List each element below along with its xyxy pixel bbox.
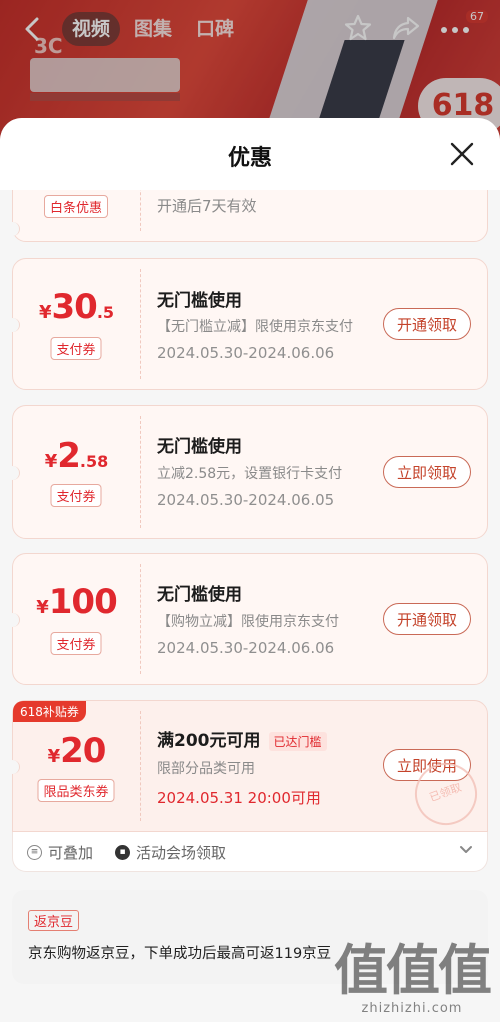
amount-decimal: .58 bbox=[79, 452, 109, 471]
coupon-desc: 开通后7天有效 bbox=[157, 197, 257, 215]
stackable-label: 可叠加 bbox=[48, 844, 94, 862]
currency-symbol: ¥ bbox=[38, 302, 52, 323]
coupon-amount: ¥20 bbox=[13, 731, 140, 771]
coupon-desc: 【购物立减】限使用京东支付 bbox=[157, 614, 339, 630]
claim-button[interactable]: 开通领取 bbox=[383, 603, 471, 635]
coupon-type-tag: 支付券 bbox=[50, 337, 102, 360]
coupon-divider bbox=[140, 564, 141, 674]
stackable-icon: ≡ bbox=[27, 845, 42, 860]
stackable-item: ≡ 可叠加 bbox=[27, 842, 93, 863]
coupon-type-tag: 支付券 bbox=[50, 484, 102, 507]
claim-button[interactable]: 立即领取 bbox=[383, 456, 471, 488]
jd-bean-text: 京东购物返京豆，下单成功后最高可返119京豆 bbox=[28, 946, 332, 962]
close-icon[interactable] bbox=[448, 140, 476, 168]
coupon-desc: 立减2.58元，设置银行卡支付 bbox=[157, 466, 343, 482]
coupon-title: 无门槛使用 bbox=[157, 585, 242, 605]
subsidy-corner-tag: 618补贴券 bbox=[13, 701, 86, 722]
offers-bottom-sheet: 白条优惠 开通后7天有效 ¥30.5 支付券 无门槛使用 【无门槛立减】限使用京… bbox=[0, 118, 500, 1022]
coupon-validity: 2024.05.30-2024.06.05 bbox=[157, 491, 335, 509]
site-watermark: 值值值 zhizhizhi.com bbox=[334, 939, 492, 1017]
coupon-divider bbox=[140, 416, 141, 528]
coupon-footer-row: ≡ 可叠加 ▪ 活动会场领取 bbox=[12, 832, 488, 872]
coupon-type-tag: 支付券 bbox=[50, 632, 102, 655]
coupon-validity: 2024.05.31 20:00可用 bbox=[157, 789, 321, 807]
amount-integer: 100 bbox=[48, 582, 118, 622]
venue-icon: ▪ bbox=[115, 845, 130, 860]
coupon-amount: ¥100 bbox=[13, 582, 140, 622]
coupon-divider bbox=[140, 711, 141, 821]
coupon-desc: 【无门槛立减】限使用京东支付 bbox=[157, 319, 353, 335]
coupon-title: 满200元可用 已达门槛 bbox=[157, 726, 327, 751]
currency-symbol: ¥ bbox=[44, 451, 58, 472]
currency-symbol: ¥ bbox=[47, 746, 61, 767]
sheet-header: 优惠 bbox=[0, 118, 500, 190]
coupon-title-text: 满200元可用 bbox=[157, 731, 261, 751]
coupon-desc: 限部分品类可用 bbox=[157, 761, 255, 777]
watermark-url: zhizhizhi.com bbox=[361, 1001, 463, 1016]
amount-decimal: .5 bbox=[96, 303, 115, 322]
coupon-card: 618补贴券 ¥20 限品类东券 满200元可用 已达门槛 限部分品类可用 202… bbox=[5, 700, 488, 834]
coupon-card: ¥100 支付券 无门槛使用 【购物立减】限使用京东支付 2024.05.30-… bbox=[5, 553, 488, 685]
currency-symbol: ¥ bbox=[36, 597, 49, 618]
amount-integer: 30 bbox=[51, 287, 97, 327]
venue-item: ▪ 活动会场领取 bbox=[115, 842, 226, 863]
coupon-amount: ¥30.5 bbox=[13, 287, 140, 327]
coupon-divider bbox=[140, 269, 141, 379]
coupon-notch bbox=[5, 222, 20, 236]
amount-integer: 20 bbox=[60, 731, 106, 771]
chevron-down-icon[interactable] bbox=[459, 844, 473, 856]
venue-label: 活动会场领取 bbox=[136, 844, 227, 862]
coupon-title: 无门槛使用 bbox=[157, 291, 242, 311]
amount-integer: 2 bbox=[57, 436, 81, 476]
coupon-title: 无门槛使用 bbox=[157, 437, 242, 457]
coupon-type-tag: 白条优惠 bbox=[43, 195, 109, 218]
claim-button[interactable]: 开通领取 bbox=[383, 308, 471, 340]
offers-scroll-list[interactable]: 白条优惠 开通后7天有效 ¥30.5 支付券 无门槛使用 【无门槛立减】限使用京… bbox=[0, 118, 500, 1022]
jd-bean-tag: 返京豆 bbox=[28, 910, 80, 931]
threshold-reached-badge: 已达门槛 bbox=[268, 731, 327, 751]
coupon-validity: 2024.05.30-2024.06.06 bbox=[157, 639, 335, 657]
coupon-card: ¥30.5 支付券 无门槛使用 【无门槛立减】限使用京东支付 2024.05.3… bbox=[5, 258, 488, 390]
coupon-type-tag: 限品类东券 bbox=[37, 779, 115, 802]
sheet-title: 优惠 bbox=[227, 146, 272, 171]
coupon-card: ¥2.58 支付券 无门槛使用 立减2.58元，设置银行卡支付 2024.05.… bbox=[5, 405, 488, 539]
watermark-glyphs: 值值值 bbox=[334, 939, 492, 1002]
coupon-validity: 2024.05.30-2024.06.06 bbox=[157, 344, 335, 362]
coupon-amount: ¥2.58 bbox=[13, 436, 140, 476]
